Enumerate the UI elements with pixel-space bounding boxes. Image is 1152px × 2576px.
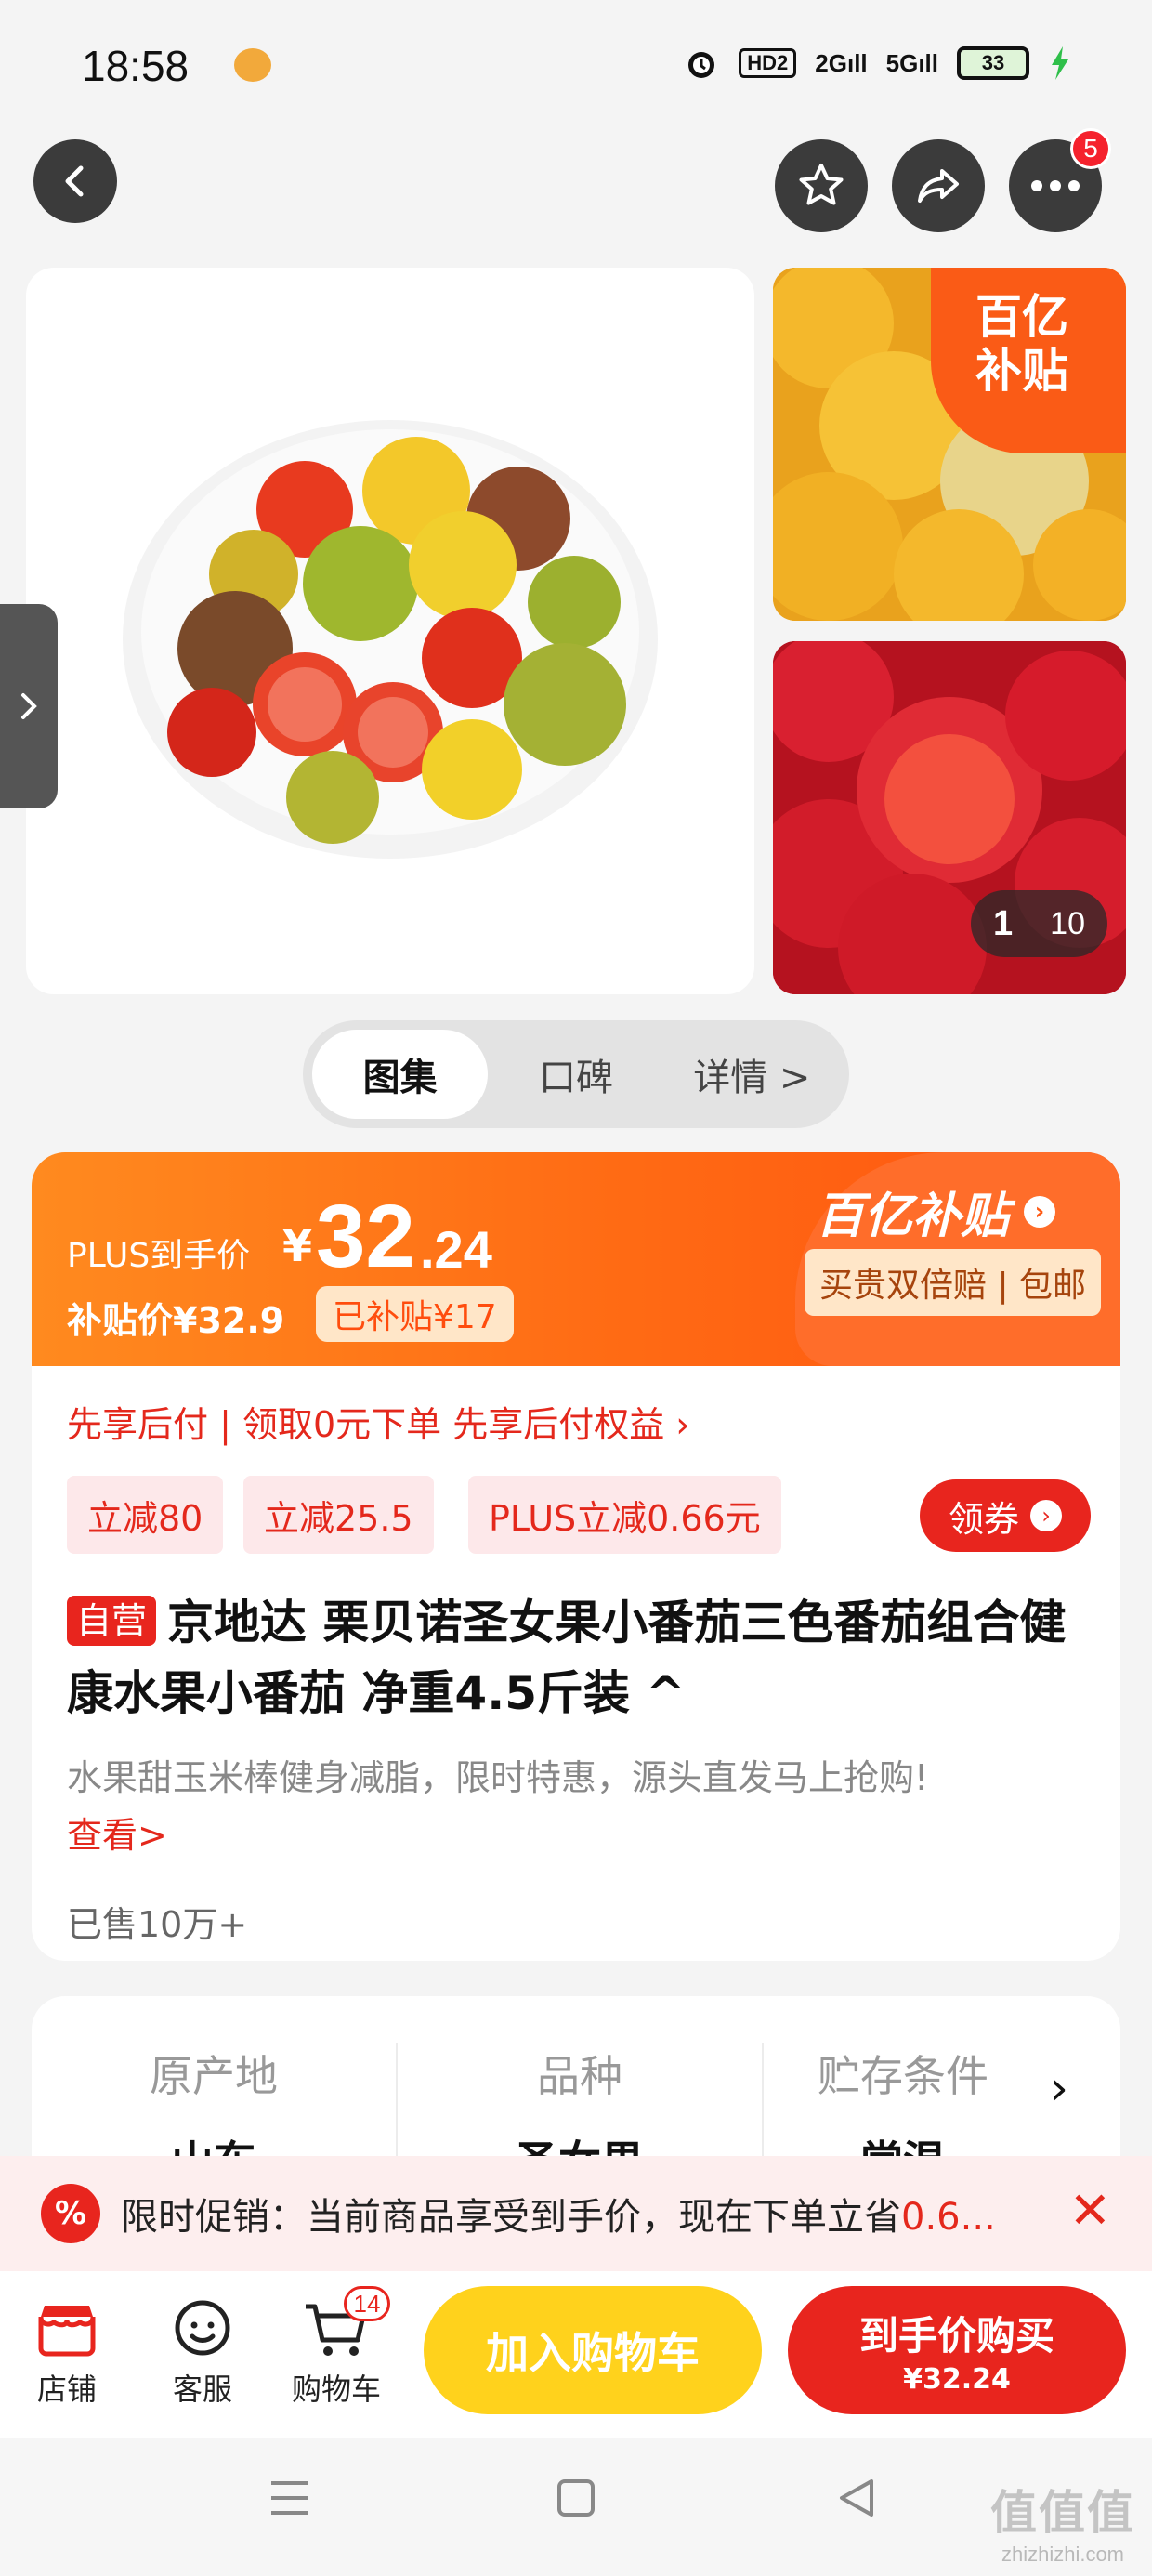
price-currency: ¥ [282, 1221, 313, 1271]
arrow-right-icon: › [1024, 1195, 1056, 1228]
customer-service-button[interactable]: 客服 [147, 2293, 258, 2409]
chevron-right-icon [21, 693, 37, 719]
alarm-icon [688, 52, 715, 78]
coupon-tag[interactable]: 立减80 [67, 1476, 224, 1554]
subsidy-corner-badge: 百亿 补贴 [931, 268, 1126, 453]
status-time: 18:58 [82, 42, 190, 90]
share-button[interactable] [892, 139, 985, 232]
add-to-cart-button[interactable]: 加入购物车 [424, 2286, 762, 2414]
shop-icon [38, 2306, 96, 2357]
signal-icon-1: 2Gıll [815, 48, 868, 77]
watermark-logo: 值值值 zhizhizhi.com [990, 2487, 1135, 2566]
star-icon [799, 164, 844, 205]
self-operated-tag: 自营 [67, 1596, 157, 1646]
side-expand-tab[interactable] [0, 604, 58, 808]
battery-icon: 33 [957, 46, 1029, 80]
chat-face-icon [175, 2300, 230, 2356]
back-button[interactable] [33, 139, 117, 223]
charging-icon [1052, 46, 1068, 80]
cart-button[interactable]: 14 购物车 [281, 2286, 392, 2409]
shop-button[interactable]: 店铺 [11, 2293, 123, 2409]
chevron-right-icon[interactable]: › [1050, 2061, 1068, 2115]
price-integer: 32 [316, 1187, 415, 1286]
status-bar: 18:58 HD2 2Gıll 5Gıll 33 [0, 0, 1152, 130]
notification-badge: 5 [1070, 128, 1111, 169]
tomato-plate-image [123, 420, 658, 859]
media-tabs: 图集 口碑 详情 > [303, 1020, 849, 1128]
subsidy-price: 补贴价¥32.9 [67, 1300, 285, 1341]
menu-icon[interactable] [268, 2476, 312, 2520]
price-decimal: .24 [420, 1220, 492, 1279]
promo-text: 限时促销：当前商品享受到手价，现在下单立省0.6... [121, 2196, 996, 2239]
thumbnail-yellow-tomatoes[interactable]: 百亿 补贴 [773, 268, 1126, 621]
gallery-counter: 1 10 [971, 890, 1107, 957]
subsidy-guarantee: 买贵双倍赔 | 包邮 [805, 1249, 1102, 1316]
coupon-tag[interactable]: 立减25.5 [243, 1476, 434, 1554]
signal-icon-2: 5Gıll [885, 48, 938, 77]
more-dots-icon [1031, 180, 1080, 191]
favorite-button[interactable] [775, 139, 868, 232]
cart-count-badge: 14 [344, 2286, 390, 2321]
tab-gallery[interactable]: 图集 [312, 1030, 489, 1119]
pay-later-link[interactable]: 先享后付 | 领取0元下单 先享后付权益 › [67, 1396, 690, 1447]
more-button[interactable]: 5 [1009, 128, 1111, 232]
home-icon[interactable] [554, 2476, 598, 2520]
chevron-right-icon: › [1030, 1500, 1062, 1531]
tab-reviews[interactable]: 口碑 [488, 1030, 663, 1119]
tab-details[interactable]: 详情 > [664, 1030, 840, 1119]
share-icon [918, 169, 959, 203]
chevron-left-icon [65, 165, 84, 197]
thumbnail-red-tomatoes[interactable]: 1 10 [773, 641, 1126, 994]
close-icon[interactable]: ✕ [1069, 2186, 1111, 2236]
plus-price-label: PLUS到手价 [67, 1237, 251, 1275]
discount-icon: % [41, 2184, 100, 2243]
subsidy-logo-link[interactable]: 百亿补贴 › [816, 1176, 1056, 1246]
subsidy-amount-tag: 已补贴¥17 [316, 1286, 514, 1342]
bottom-action-bar: 店铺 客服 14 购物车 加入购物车 到手价购买 ¥32.24 [0, 2256, 1152, 2438]
get-coupon-button[interactable]: 领券 › [920, 1479, 1091, 1552]
price-header: PLUS到手价 ¥ 32 .24 补贴价¥32.9 已补贴¥17 百亿补贴 › … [32, 1152, 1120, 1366]
price-card: PLUS到手价 ¥ 32 .24 补贴价¥32.9 已补贴¥17 百亿补贴 › … [32, 1152, 1120, 1961]
promo-banner[interactable]: % 限时促销：当前商品享受到手价，现在下单立省0.6... ✕ [0, 2156, 1152, 2271]
product-description: 水果甜玉米棒健身减脂，限时特惠，源头直发马上抢购! [67, 1757, 929, 1798]
system-nav-bar: 值值值 zhizhizhi.com [0, 2438, 1152, 2576]
sold-count: 已售10万+ [67, 1904, 248, 1945]
main-product-image[interactable] [26, 268, 754, 994]
status-indicators: HD2 2Gıll 5Gıll 33 [683, 45, 1072, 82]
view-more-link[interactable]: 查看> [67, 1807, 167, 1858]
product-title[interactable]: 自营 京地达 栗贝诺圣女果小番茄三色番茄组合健康水果小番茄 净重4.5斤装 ^ [67, 1587, 1089, 1728]
coupon-tag[interactable]: PLUS立减0.66元 [468, 1476, 781, 1554]
hd-icon: HD2 [739, 48, 797, 78]
back-nav-icon[interactable] [834, 2476, 879, 2520]
app-notification-icon [234, 48, 271, 82]
buy-now-button[interactable]: 到手价购买 ¥32.24 [788, 2286, 1126, 2414]
